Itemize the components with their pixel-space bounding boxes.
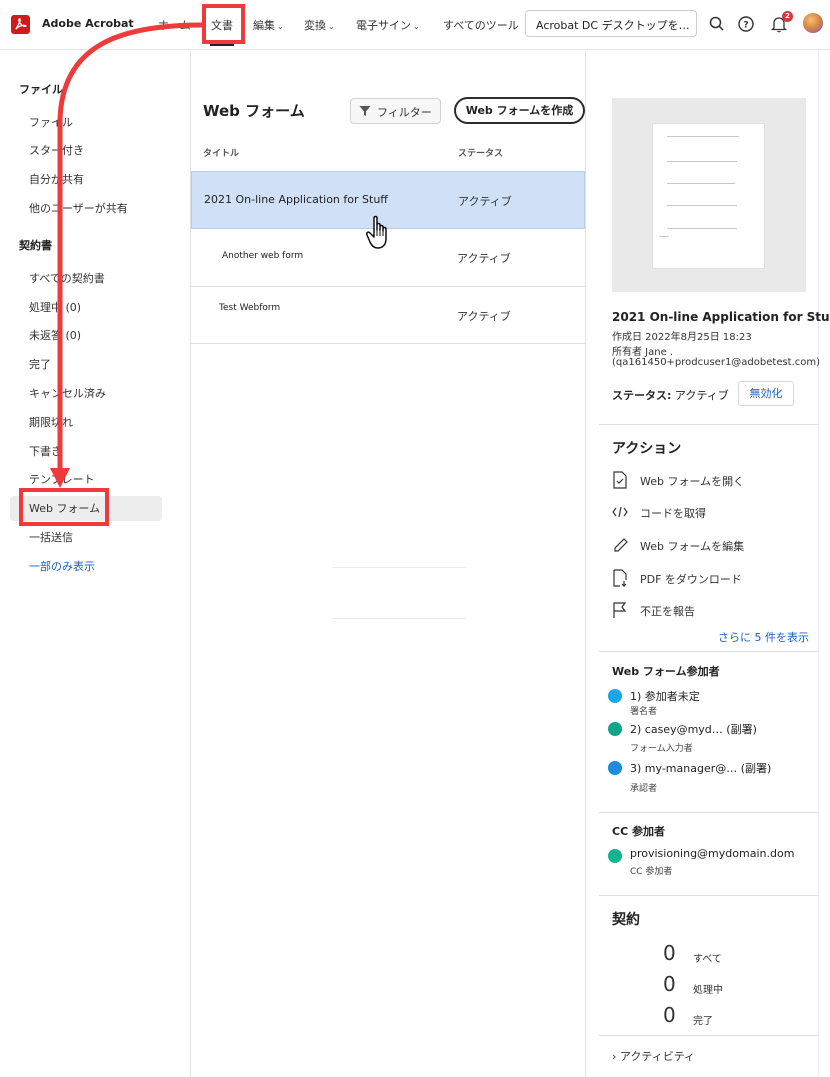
annotation-arrow-icon — [50, 22, 203, 488]
